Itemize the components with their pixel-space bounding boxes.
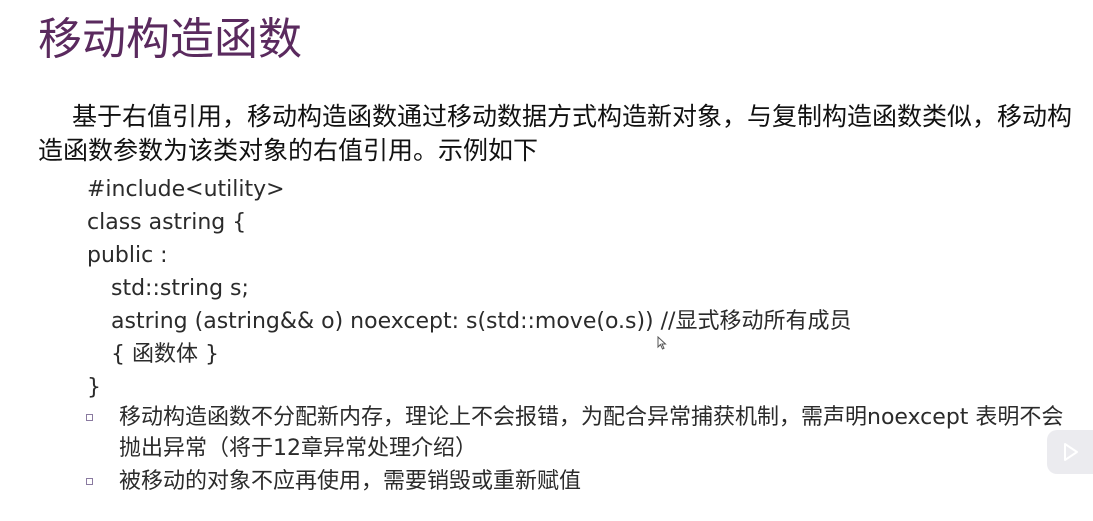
bullet-text: 移动构造函数不分配新内存，理论上不会报错，为配合异常捕获机制，需声明noexce…: [119, 405, 1064, 461]
square-bullet-icon: [86, 414, 93, 421]
intro-paragraph: 基于右值引用，移动构造函数通过移动数据方式构造新对象，与复制构造函数类似，移动构…: [38, 100, 1078, 168]
code-line-class: class astring {: [87, 210, 247, 235]
play-icon: [1064, 443, 1078, 461]
slide-title: 移动构造函数: [38, 14, 302, 65]
mouse-cursor-icon: [657, 335, 667, 350]
code-line-public: public :: [87, 243, 168, 268]
bullet-item: 移动构造函数不分配新内存，理论上不会报错，为配合异常捕获机制，需声明noexce…: [86, 402, 1066, 464]
intro-text: 基于右值引用，移动构造函数通过移动数据方式构造新对象，与复制构造函数类似，移动构…: [38, 102, 1073, 165]
bullet-text: 被移动的对象不应再使用，需要销毁或重新赋值: [119, 469, 582, 494]
code-line-body: { 函数体 }: [111, 342, 219, 367]
bullet-item: 被移动的对象不应再使用，需要销毁或重新赋值: [86, 466, 1066, 497]
square-bullet-icon: [86, 478, 93, 485]
code-line-close: }: [87, 375, 101, 400]
play-button[interactable]: [1047, 430, 1093, 474]
code-line-member: std::string s;: [111, 276, 249, 301]
code-block: #include<utility> class astring { public…: [87, 173, 851, 404]
code-line-constructor: astring (astring&& o) noexcept: s(std::m…: [111, 309, 852, 334]
bullet-list: 移动构造函数不分配新内存，理论上不会报错，为配合异常捕获机制，需声明noexce…: [86, 402, 1066, 499]
code-line-include: #include<utility>: [87, 177, 285, 202]
